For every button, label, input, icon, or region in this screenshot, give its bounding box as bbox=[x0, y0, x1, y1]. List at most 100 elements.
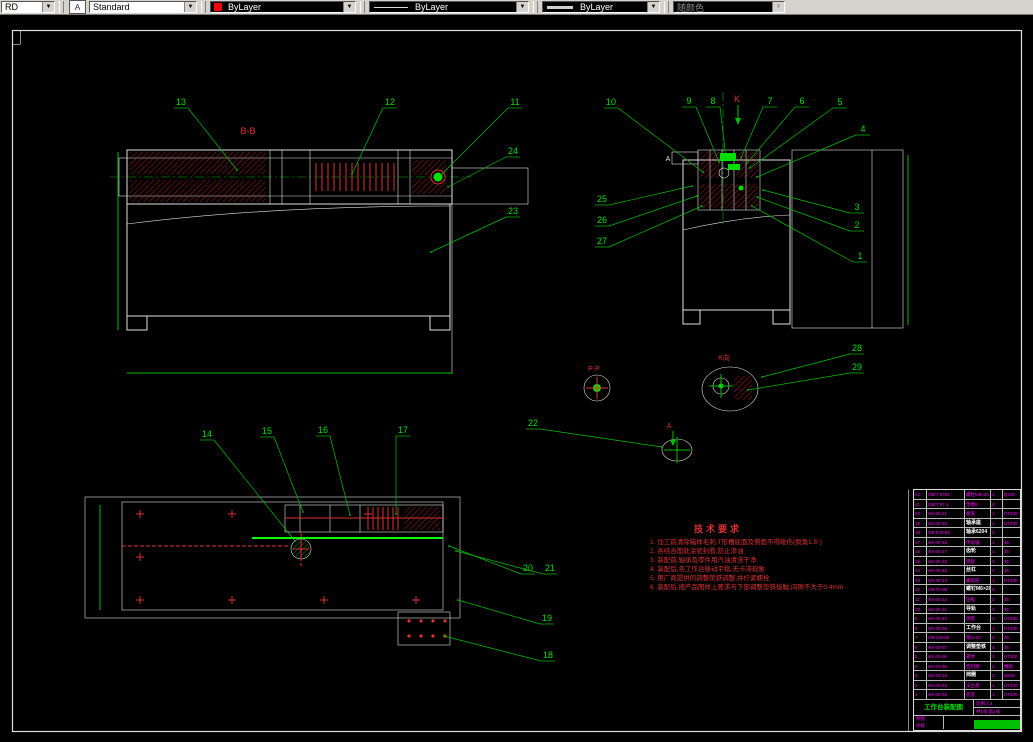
part-callout: 5 bbox=[749, 97, 847, 169]
bom-cell: 丝杠 bbox=[965, 566, 991, 575]
bom-cell: 35 bbox=[1004, 635, 1010, 641]
toolbar-separator bbox=[533, 1, 538, 13]
bom-cell: 端盖 bbox=[965, 509, 991, 518]
detail-k-view bbox=[701, 366, 759, 412]
bom-cell bbox=[1003, 585, 1020, 594]
chevron-down-icon[interactable]: ▼ bbox=[184, 2, 196, 12]
bom-cell: 1 bbox=[991, 680, 1003, 690]
svg-text:9: 9 bbox=[686, 96, 691, 106]
tech-requirement-line: 4. 装配后,各工作台移动平稳,无卡滞现象 bbox=[650, 566, 765, 573]
bom-cell: 65Mn bbox=[1004, 673, 1016, 679]
bom-cell: XX-00-10 bbox=[927, 614, 965, 623]
bom-cell: 2 bbox=[991, 595, 1003, 604]
bom-cell: 6 bbox=[914, 642, 927, 652]
toolbar-separator bbox=[664, 1, 669, 13]
chevron-down-icon[interactable]: ▼ bbox=[42, 2, 54, 12]
bom-cell: 18 bbox=[914, 528, 927, 537]
tech-requirements-lines: 1. 加工前清除箱体毛刺,T形槽底面及侧面不得碰伤(倒角1.5°) 2. 各结合面… bbox=[650, 538, 900, 592]
part-callout: 25 bbox=[595, 185, 693, 206]
lineweight-dropdown[interactable]: ByLayer ▼ bbox=[542, 1, 660, 13]
bom-row: 9 XX-00-10 滑座 1 HT200 bbox=[914, 614, 1020, 624]
detail-pp bbox=[583, 374, 611, 402]
bom-cell: 导轨 bbox=[965, 604, 991, 614]
chevron-down-icon[interactable]: ▼ bbox=[647, 2, 659, 12]
bom-row: 18 GB 276-89 轴承6204 2 bbox=[914, 528, 1020, 538]
bom-cell: 1 bbox=[991, 690, 1003, 700]
text-style-dropdown[interactable]: Standard ▼ bbox=[89, 1, 197, 13]
bom-cell: 3 bbox=[914, 671, 927, 680]
view-label: P-P bbox=[588, 366, 600, 373]
svg-text:27: 27 bbox=[597, 236, 607, 246]
part-callout: 11 bbox=[440, 97, 522, 176]
title-block-meta: 比例 1:2 共1张 第1张 bbox=[974, 700, 1020, 715]
bom-cell: 隔套 bbox=[965, 556, 991, 566]
title-block-signatures: 制图 校核 bbox=[914, 716, 1020, 730]
svg-text:17: 17 bbox=[398, 425, 408, 435]
part-callout: 14 bbox=[200, 429, 296, 542]
view-section-bb bbox=[110, 149, 529, 374]
bom-row: 14 XX-00-15 丝杠 1 45 bbox=[914, 566, 1020, 576]
bom-cell: 45 bbox=[1004, 558, 1010, 564]
bom-row: 19 XX-00-20 轴承座 1 HT200 bbox=[914, 518, 1020, 529]
bom-cell: XX-00-03 bbox=[927, 680, 965, 690]
bom-cell: 密封圈 bbox=[965, 661, 991, 671]
svg-text:16: 16 bbox=[318, 425, 328, 435]
svg-text:6: 6 bbox=[799, 96, 804, 106]
bom-cell: 1 bbox=[991, 614, 1003, 623]
plot-style-value: 随颜色 bbox=[677, 2, 705, 13]
bom-cell: 4 bbox=[914, 661, 927, 671]
bom-cell: 橡胶 bbox=[1004, 663, 1013, 669]
bom-cell: 10 bbox=[914, 604, 927, 614]
bolt-pattern bbox=[407, 619, 447, 638]
toolbar-separator bbox=[59, 1, 64, 13]
bom-cell: 45 bbox=[1004, 597, 1010, 603]
layer-dropdown[interactable]: RD ▼ bbox=[1, 1, 55, 13]
scale-value: 1:2 bbox=[986, 701, 993, 707]
bom-table: 22 GB/T 5782 螺栓M8×25 4 Q235 21 GB/T 97.1 垫圈8 4 20… bbox=[914, 490, 1020, 701]
technical-requirements: 技术要求 1. 加工前清除箱体毛刺,T形槽底面及侧面不得碰伤(倒角1.5°) 2.… bbox=[650, 522, 900, 592]
bom-cell: XX-00-12 bbox=[927, 595, 965, 604]
bom-cell: 工作台 bbox=[965, 623, 991, 633]
bom-cell: 2 bbox=[914, 680, 927, 690]
part-callout: 1 bbox=[751, 205, 867, 263]
bom-cell: 法兰盘 bbox=[965, 680, 991, 690]
bom-row: 17 XX-00-18 传动轴 1 45 bbox=[914, 537, 1020, 548]
bom-cell: 17 bbox=[914, 537, 927, 547]
tech-requirement-line: 1. 加工前清除箱体毛刺,T形槽底面及侧面不得碰伤(倒角1.5°) bbox=[650, 539, 822, 546]
svg-text:15: 15 bbox=[262, 426, 272, 436]
svg-text:22: 22 bbox=[528, 418, 538, 428]
bom-cell: XX-00-07 bbox=[927, 642, 965, 652]
tech-requirement-line: 3. 装配前,轴承及零件用汽油清洗干净 bbox=[650, 557, 757, 564]
linetype-dropdown[interactable]: ByLayer ▼ bbox=[369, 1, 529, 13]
drawing-canvas[interactable]: 13 12 11 24 23 10 9 8 7 6 5 4 3 2 1 25 26 27 28 29 22 14 15 16 1… bbox=[0, 0, 1033, 742]
svg-text:23: 23 bbox=[508, 206, 518, 216]
bom-cell: XX-00-21 bbox=[927, 509, 965, 518]
chevron-down-icon[interactable]: ▼ bbox=[516, 2, 528, 12]
text-style-value: Standard bbox=[93, 2, 130, 12]
drawing-frame bbox=[11, 29, 1023, 733]
chevron-down-icon: ▼ bbox=[772, 2, 784, 12]
bom-cell: HT200 bbox=[1004, 616, 1018, 622]
chevron-down-icon[interactable]: ▼ bbox=[343, 2, 355, 12]
color-dropdown[interactable]: ByLayer ▼ bbox=[210, 1, 356, 13]
part-callout: 26 bbox=[595, 195, 698, 227]
bom-cell: 螺钉M6×20 bbox=[966, 585, 991, 595]
draft-label: 制图 bbox=[916, 716, 925, 722]
bom-cell: HT200 bbox=[1004, 511, 1018, 517]
text-style-icon[interactable]: A bbox=[69, 0, 86, 14]
part-callout: 15 bbox=[260, 426, 304, 513]
svg-text:10: 10 bbox=[606, 97, 616, 107]
plot-style-dropdown: 随颜色 ▼ bbox=[673, 1, 785, 13]
bom-cell: 2 bbox=[991, 671, 1003, 680]
bom-cell: XX-00-02 bbox=[927, 690, 965, 700]
bom-cell: XX-00-18 bbox=[927, 537, 965, 547]
bom-cell: 6 bbox=[991, 585, 1003, 595]
bom-cell: 传动轴 bbox=[965, 537, 991, 547]
scale-label: 比例 bbox=[976, 701, 985, 707]
part-callout: 21 bbox=[455, 550, 557, 575]
bom-cell: 1 bbox=[991, 623, 1003, 633]
bom-cell: GB 276-89 bbox=[927, 528, 965, 537]
bom-cell: 20 bbox=[914, 509, 927, 518]
bom-cell bbox=[1003, 528, 1020, 537]
bom-cell: GB/T 97.1 bbox=[927, 499, 965, 509]
